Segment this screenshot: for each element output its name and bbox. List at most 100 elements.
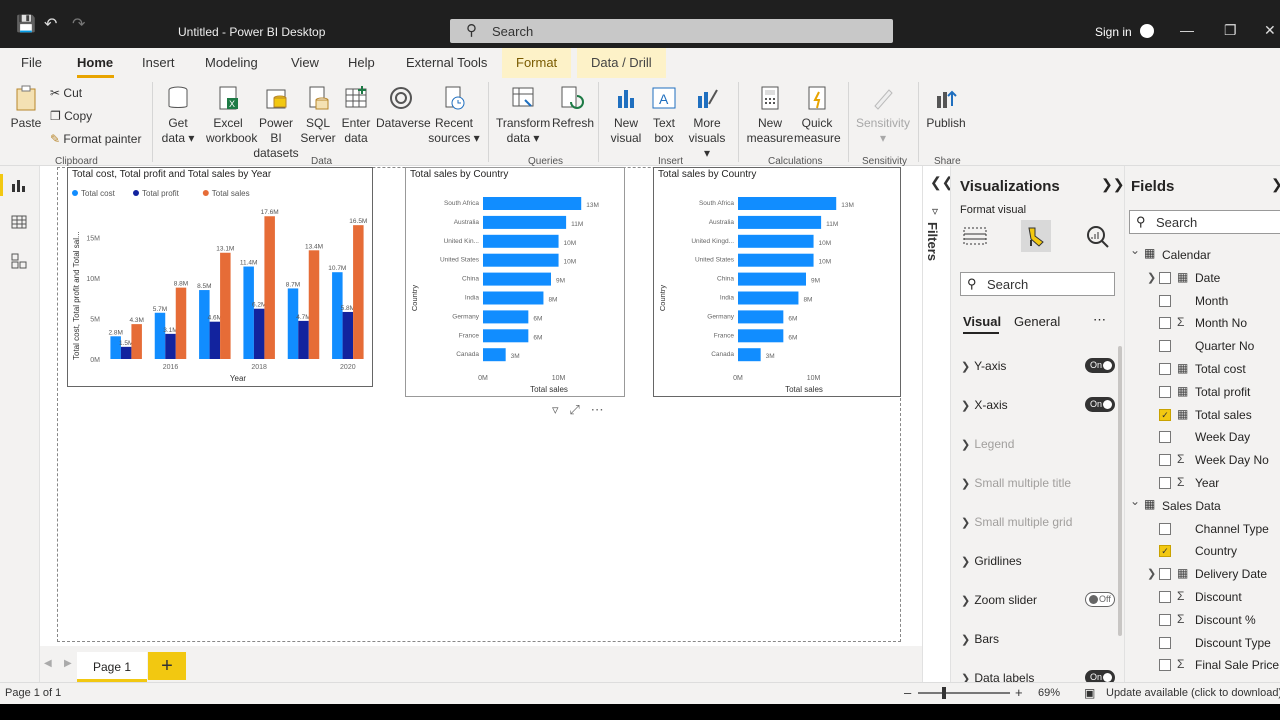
page-tab[interactable]: Page 1 <box>77 652 147 682</box>
publish-button[interactable]: Publish <box>924 84 968 131</box>
field-checkbox[interactable] <box>1159 385 1171 398</box>
focus-mode-icon[interactable]: ⤢ <box>569 402 579 417</box>
paste-button[interactable]: Paste <box>8 84 44 131</box>
close-icon[interactable]: ✕ <box>1264 22 1276 39</box>
format-visual-tab[interactable] <box>1021 220 1051 252</box>
field-row[interactable]: Σ Year <box>1125 473 1280 495</box>
format-section-bars[interactable]: ❯ Bars <box>961 632 1111 646</box>
field-row[interactable]: Σ Discount % <box>1125 610 1280 632</box>
quick-measure-button[interactable]: Quick measure <box>794 84 841 146</box>
fields-search-input[interactable]: ⚲ Search <box>1129 210 1280 234</box>
more-options-icon[interactable]: ⋯ <box>591 402 604 417</box>
copy-button[interactable]: ❐ Copy <box>50 109 92 124</box>
field-checkbox[interactable] <box>1159 294 1171 307</box>
transform-data-button[interactable]: Transform data ▾ <box>496 84 550 146</box>
format-section-small-multiple-grid[interactable]: ❯ Small multiple grid <box>961 515 1111 529</box>
new-visual-button[interactable]: New visual <box>606 84 646 146</box>
field-row[interactable]: Σ Month No <box>1125 313 1280 335</box>
redo-icon[interactable]: ↷ <box>72 14 85 34</box>
refresh-button[interactable]: Refresh <box>552 84 594 131</box>
sign-in-link[interactable]: Sign in <box>1095 25 1132 39</box>
field-checkbox[interactable] <box>1159 454 1171 467</box>
excel-workbook-button[interactable]: X Excel workbook <box>206 84 257 146</box>
power-bi-datasets-button[interactable]: Power BI datasets <box>252 84 300 161</box>
menu-modeling[interactable]: Modeling <box>205 55 258 70</box>
next-page-icon[interactable]: ▶ <box>64 658 72 669</box>
chevron-right-icon[interactable]: ❯ <box>1147 567 1156 580</box>
fit-page-icon[interactable]: ▣ <box>1084 686 1095 700</box>
menu-format[interactable]: Format <box>502 48 572 78</box>
tab-general[interactable]: General <box>1014 314 1060 329</box>
field-checkbox[interactable] <box>1159 591 1171 603</box>
field-row[interactable]: ▦ Total profit <box>1125 382 1280 404</box>
menu-external-tools[interactable]: External Tools <box>406 55 487 70</box>
field-checkbox[interactable] <box>1159 659 1171 672</box>
build-visual-icon[interactable] <box>962 224 988 248</box>
expand-pane-icon[interactable]: ❯❯ <box>1101 176 1124 193</box>
field-checkbox[interactable]: ✓ <box>1159 545 1171 558</box>
enter-data-button[interactable]: Enter data <box>338 84 374 146</box>
undo-icon[interactable]: ↶ <box>44 14 57 34</box>
field-row[interactable]: Σ Week Day No <box>1125 450 1280 472</box>
field-row[interactable]: Channel Type <box>1125 519 1280 541</box>
field-row[interactable]: Week Day <box>1125 427 1280 449</box>
scrollbar[interactable] <box>1118 346 1122 636</box>
menu-view[interactable]: View <box>291 55 319 70</box>
menu-home[interactable]: Home <box>77 55 113 70</box>
field-checkbox[interactable] <box>1159 522 1171 535</box>
sensitivity-button[interactable]: Sensitivity ▾ <box>854 84 912 146</box>
text-box-button[interactable]: A Text box <box>648 84 680 146</box>
menu-insert[interactable]: Insert <box>142 55 175 70</box>
data-view-icon[interactable] <box>11 215 27 229</box>
field-checkbox[interactable] <box>1159 431 1171 444</box>
section-toggle[interactable]: On <box>1085 358 1115 373</box>
filters-pane-collapsed[interactable]: ❮❮ ▿ Filters <box>922 166 953 682</box>
field-checkbox[interactable] <box>1159 613 1171 626</box>
save-icon[interactable]: 💾 <box>16 14 36 34</box>
more-visuals-button[interactable]: More visuals ▾ <box>684 84 730 161</box>
field-row[interactable]: ▦ Total cost <box>1125 359 1280 381</box>
format-section-gridlines[interactable]: ❯ Gridlines <box>961 554 1111 568</box>
chevron-down-icon[interactable]: ⌄ <box>1130 494 1140 508</box>
cut-button[interactable]: ✂ Cut <box>50 86 82 101</box>
chevron-down-icon[interactable]: ⌄ <box>1130 243 1140 257</box>
field-checkbox[interactable] <box>1159 317 1171 330</box>
field-checkbox[interactable] <box>1159 363 1171 375</box>
more-options-icon[interactable]: ⋯ <box>1093 312 1106 328</box>
report-view-icon[interactable] <box>11 178 27 192</box>
minimize-icon[interactable]: — <box>1180 22 1194 38</box>
field-row[interactable]: ✓ ▦ Total sales <box>1125 405 1280 427</box>
new-measure-button[interactable]: New measure <box>746 84 794 146</box>
zoom-slider[interactable] <box>918 692 1010 694</box>
section-toggle[interactable]: On <box>1085 397 1115 412</box>
visual-sales-by-country[interactable]: Total sales by Country Country South Afri… <box>653 167 901 397</box>
tab-visual[interactable]: Visual <box>963 314 1001 329</box>
dataverse-button[interactable]: Dataverse <box>376 84 431 131</box>
table-sales-data[interactable]: ⌄ ▦ Sales Data <box>1125 494 1280 518</box>
format-painter-button[interactable]: ✎ Format painter <box>50 132 141 147</box>
sql-server-button[interactable]: SQL Server <box>300 84 336 146</box>
add-page-button[interactable]: + <box>148 652 186 680</box>
filter-icon[interactable]: ▿ <box>552 402 559 417</box>
field-checkbox[interactable] <box>1159 636 1171 649</box>
report-canvas[interactable]: Total cost, Total profit and Total sales… <box>40 166 950 646</box>
format-section-legend[interactable]: ❯ Legend <box>961 437 1111 451</box>
menu-file[interactable]: File <box>21 55 42 70</box>
zoom-in-button[interactable]: + <box>1015 685 1023 700</box>
prev-page-icon[interactable]: ◀ <box>44 658 52 669</box>
field-row[interactable]: ❯ ▦ Date <box>1125 268 1280 290</box>
field-checkbox[interactable] <box>1159 271 1171 284</box>
model-view-icon[interactable] <box>11 253 27 269</box>
zoom-slider-thumb[interactable] <box>942 687 946 699</box>
field-checkbox[interactable] <box>1159 568 1171 581</box>
field-row[interactable]: ✓ Country <box>1125 541 1280 563</box>
format-section-small-multiple-title[interactable]: ❯ Small multiple title <box>961 476 1111 490</box>
get-data-button[interactable]: Get data ▾ <box>158 84 198 146</box>
menu-data-drill[interactable]: Data / Drill <box>577 48 666 78</box>
field-row[interactable]: Month <box>1125 291 1280 313</box>
field-row[interactable]: Σ Discount <box>1125 587 1280 609</box>
viz-search-input[interactable]: ⚲ Search <box>960 272 1115 296</box>
field-checkbox[interactable]: ✓ <box>1159 408 1171 421</box>
field-row[interactable]: Quarter No <box>1125 336 1280 358</box>
collapse-fields-icon[interactable]: ❯ <box>1271 176 1280 193</box>
